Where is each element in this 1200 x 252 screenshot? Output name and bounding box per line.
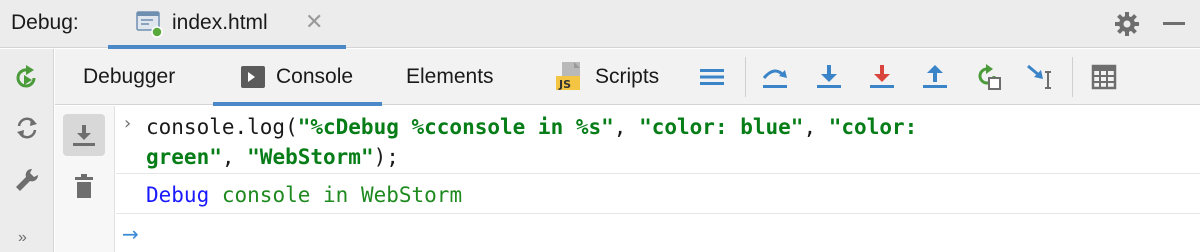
toolbar-separator [745, 57, 746, 97]
code-string-token: "%cDebug %cconsole in %s" [297, 115, 614, 139]
tab-index-html[interactable]: index.html ✕ [108, 0, 346, 49]
left-action-rail: » [0, 49, 54, 252]
scroll-to-end-button[interactable] [63, 114, 105, 156]
tab-console-label: Console [276, 65, 354, 88]
command-line-2: green", "WebStorm"); [146, 142, 399, 172]
close-tab-icon[interactable]: ✕ [305, 9, 323, 35]
rerun-icon[interactable] [12, 63, 42, 93]
tab-debugger[interactable]: Debugger [55, 49, 205, 105]
step-over-icon[interactable] [760, 62, 790, 92]
html-run-config-icon [136, 11, 163, 38]
code-token: , [221, 145, 248, 169]
code-token: console.log( [146, 115, 298, 139]
code-token: , [613, 115, 640, 139]
code-string-token: "color: blue" [639, 115, 804, 139]
js-file-icon: JS [556, 62, 580, 91]
tab-scripts-label: Scripts [595, 65, 660, 88]
debug-label: Debug: [11, 11, 79, 34]
gear-icon[interactable] [1113, 10, 1141, 38]
refresh-icon[interactable] [12, 113, 42, 143]
code-string-token: "WebStorm" [247, 145, 374, 169]
output-styled-green: console in WebStorm [221, 183, 463, 207]
console-icon [241, 66, 265, 88]
console-input-entry: › console.log("%cDebug %cconsole in %s",… [116, 106, 1200, 174]
console-prompt-icon[interactable]: → [122, 222, 139, 246]
step-into-icon[interactable] [814, 62, 844, 92]
console-gutter [55, 106, 115, 252]
restart-frame-icon[interactable] [973, 62, 1003, 92]
more-actions-icon[interactable]: » [18, 229, 27, 247]
svg-text:JS: JS [558, 78, 571, 91]
wrench-icon[interactable] [12, 165, 42, 195]
tab-scripts[interactable]: JS Scripts [545, 49, 685, 105]
step-out-icon[interactable] [920, 62, 950, 92]
input-chevron-icon: › [124, 113, 132, 134]
tab-console[interactable]: Console [213, 49, 382, 106]
tab-label: index.html [172, 11, 268, 34]
code-string-token: "color: [828, 115, 918, 139]
scroll-to-end-icon [73, 125, 95, 146]
console-output-text: Debug console in WebStorm [146, 180, 462, 210]
code-token: , [803, 115, 829, 139]
frames-icon[interactable] [697, 62, 727, 92]
output-styled-blue: Debug [146, 183, 210, 207]
toolbar-separator [1072, 57, 1073, 97]
minimize-icon[interactable] [1163, 22, 1185, 25]
run-to-cursor-icon[interactable] [1025, 62, 1055, 92]
console-output[interactable]: › console.log("%cDebug %cconsole in %s",… [116, 106, 1200, 252]
tab-elements[interactable]: Elements [390, 49, 530, 105]
trash-icon[interactable] [69, 172, 99, 202]
code-token: ); [373, 145, 399, 169]
debug-toolbar: Debugger Console Elements JS Scripts [55, 49, 1200, 106]
evaluate-table-icon[interactable] [1089, 62, 1119, 92]
code-string-token: green" [146, 145, 222, 169]
tab-elements-label: Elements [406, 65, 494, 88]
debug-title-bar: Debug: index.html ✕ [0, 0, 1200, 49]
force-step-into-icon[interactable] [867, 62, 897, 92]
tab-debugger-label: Debugger [83, 65, 176, 88]
command-line-1: console.log("%cDebug %cconsole in %s", "… [146, 112, 917, 142]
